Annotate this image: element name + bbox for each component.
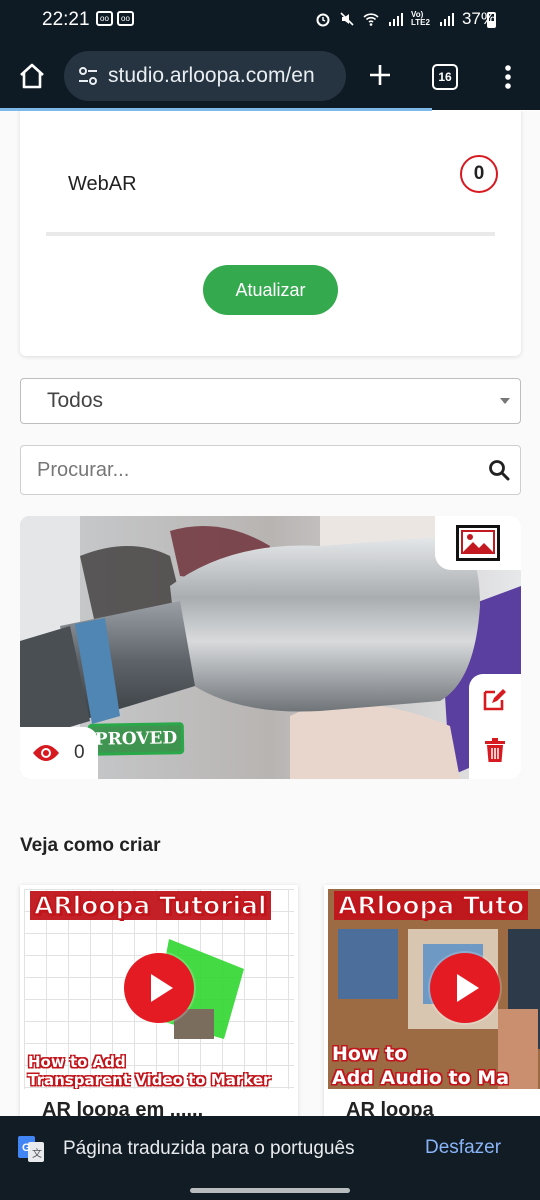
play-icon[interactable] <box>430 953 500 1023</box>
section-title: Veja como criar <box>20 835 161 856</box>
voicemail-icon: oo <box>96 11 113 26</box>
status-right: Vo) LTE2 37% <box>315 9 496 29</box>
update-button[interactable]: Atualizar <box>203 265 338 315</box>
tutorial-thumb-line1: How to Add <box>28 1053 126 1071</box>
signal-icon <box>439 13 454 26</box>
mute-icon <box>340 12 354 26</box>
new-tab-icon[interactable] <box>364 59 396 91</box>
divider <box>46 232 495 236</box>
tutorial-thumb-title: ARloopa Tuto <box>334 890 529 921</box>
tutorial-card[interactable]: ARloopa Tuto How to Add Audio to Ma AR l… <box>324 885 540 1116</box>
search-icon[interactable] <box>488 459 510 481</box>
tutorial-thumbnail: ARloopa Tuto How to Add Audio to Ma <box>328 889 540 1089</box>
platform-count-badge: 0 <box>460 155 498 193</box>
browser-toolbar: studio.arloopa.com/en 16 <box>0 42 540 110</box>
project-actions <box>469 674 521 779</box>
translate-message: Página traduzida para o português <box>63 1138 355 1159</box>
volte-icon: Vo) LTE2 <box>411 10 430 27</box>
eye-icon <box>33 745 59 761</box>
notification-icons: oo oo <box>96 11 134 26</box>
image-target-badge <box>435 516 521 570</box>
address-bar[interactable]: studio.arloopa.com/en <box>64 51 346 101</box>
filter-selected-value: Todos <box>47 389 104 412</box>
signal-icon <box>389 13 403 26</box>
wifi-icon <box>363 13 379 26</box>
undo-translation-button[interactable]: Desfazer <box>425 1137 501 1159</box>
trash-icon[interactable] <box>484 737 506 763</box>
search-input[interactable] <box>21 446 461 494</box>
status-time: 22:21 <box>42 9 90 30</box>
chevron-down-icon <box>500 398 510 404</box>
tutorial-caption: AR loopa <box>346 1099 434 1116</box>
platform-card: WebAR 0 Atualizar <box>20 111 521 356</box>
alarm-icon <box>316 13 330 27</box>
platform-label: WebAR <box>68 173 137 195</box>
views-counter: 0 <box>20 727 98 779</box>
home-icon[interactable] <box>16 60 48 92</box>
svg-text:文: 文 <box>32 1147 42 1160</box>
translate-bar: G文 Página traduzida para o português Des… <box>0 1116 540 1200</box>
tab-switcher-button[interactable]: 16 <box>432 64 458 90</box>
image-icon <box>456 525 500 561</box>
tutorial-thumbnail: ARloopa Tutorial How to Add Transparent … <box>24 889 294 1089</box>
tutorial-thumb-line2: Transparent Video to Marker <box>28 1071 271 1089</box>
tutorial-card[interactable]: ARloopa Tutorial How to Add Transparent … <box>20 885 298 1116</box>
project-card[interactable]: PROVED 0 <box>20 516 521 779</box>
views-count: 0 <box>74 742 85 763</box>
url-text: studio.arloopa.com/en <box>108 64 315 87</box>
tutorial-thumb-title: ARloopa Tutorial <box>30 890 271 921</box>
page-content: WebAR 0 Atualizar Todos Procurar... PROV… <box>0 111 540 1116</box>
tutorial-caption: AR loopa em ...... <box>42 1099 204 1116</box>
search-field <box>20 445 521 495</box>
tutorial-thumb-line1: How to <box>332 1043 408 1065</box>
svg-text:G: G <box>22 1142 31 1154</box>
gesture-nav-handle[interactable] <box>190 1188 350 1193</box>
battery-icon <box>487 12 496 28</box>
more-menu-icon[interactable] <box>498 62 518 92</box>
tutorial-thumb-line2: Add Audio to Ma <box>332 1067 510 1089</box>
play-icon[interactable] <box>124 953 194 1023</box>
google-translate-icon: G文 <box>18 1136 44 1162</box>
status-bar: 22:21 oo oo Vo) LTE2 37% <box>0 0 540 42</box>
voicemail-icon: oo <box>117 11 134 26</box>
edit-icon[interactable] <box>482 686 508 712</box>
approved-stamp: PROVED <box>87 722 185 756</box>
filter-select[interactable]: Todos <box>20 378 521 424</box>
site-settings-icon[interactable] <box>76 64 100 88</box>
